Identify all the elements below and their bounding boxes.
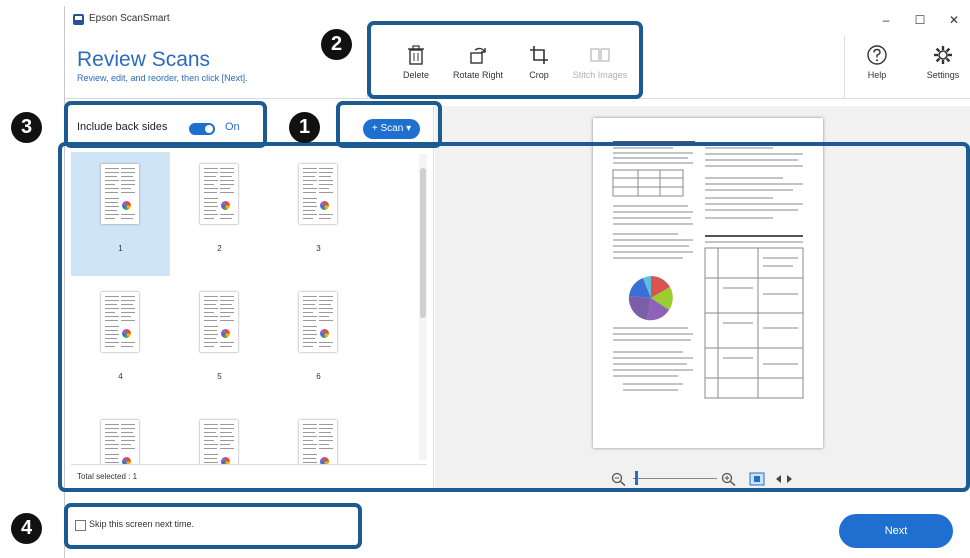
settings-button[interactable]: Settings bbox=[908, 44, 970, 80]
help-button[interactable]: Help bbox=[842, 44, 912, 80]
minimize-button[interactable]: – bbox=[871, 10, 901, 30]
settings-label: Settings bbox=[926, 70, 960, 80]
page-title: Review Scans bbox=[77, 48, 211, 71]
help-icon bbox=[867, 45, 887, 65]
settings-gear-icon bbox=[934, 46, 952, 64]
callout-box-scan bbox=[336, 101, 442, 148]
close-button[interactable]: ✕ bbox=[939, 10, 969, 30]
callout-box-toolbar bbox=[367, 21, 643, 99]
callout-badge-3: 3 bbox=[11, 112, 42, 143]
page-subtitle: Review, edit, and reorder, then click [N… bbox=[77, 73, 248, 83]
window-title: Epson ScanSmart bbox=[89, 13, 170, 24]
callout-badge-1: 1 bbox=[289, 112, 320, 143]
callout-box-back-sides bbox=[64, 101, 267, 148]
callout-box-skip bbox=[64, 503, 362, 549]
help-label: Help bbox=[867, 70, 887, 80]
callout-badge-2: 2 bbox=[321, 29, 352, 60]
maximize-button[interactable]: ☐ bbox=[905, 10, 935, 30]
callout-box-scan-area bbox=[58, 142, 970, 492]
callout-badge-4: 4 bbox=[11, 513, 42, 544]
app-logo-icon bbox=[73, 14, 84, 25]
next-button[interactable]: Next bbox=[839, 514, 953, 548]
